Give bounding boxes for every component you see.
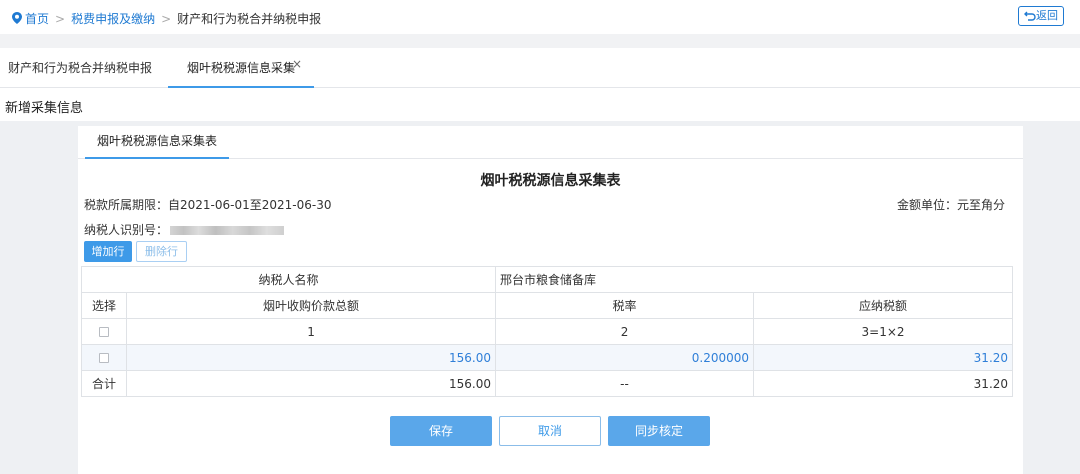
col-header-select: 选择 xyxy=(81,292,127,319)
breadcrumb-home-link[interactable]: 首页 xyxy=(25,12,49,26)
close-icon[interactable]: × xyxy=(292,44,302,84)
return-arrow-icon xyxy=(1024,11,1036,21)
tax-payable-value: 31.20 xyxy=(753,344,1014,371)
breadcrumb-current: 财产和行为税合并纳税申报 xyxy=(177,12,322,26)
tab-label: 烟叶税税源信息采集 xyxy=(186,61,295,75)
tab-tobacco-leaf-source[interactable]: 烟叶税税源信息采集 × xyxy=(168,48,314,88)
breadcrumb-trail: 首页 > 税费申报及缴纳 > 财产和行为税合并纳税申报 xyxy=(12,10,321,27)
breadcrumb-separator: > xyxy=(55,12,66,26)
table-row: 156.00 0.200000 31.20 xyxy=(81,344,1014,371)
total-purchase-amount: 156.00 xyxy=(125,370,497,397)
table-header-row: 选择 烟叶收购价款总额 税率 应纳税额 xyxy=(81,292,1014,319)
col-header-tax-payable: 应纳税额 xyxy=(753,292,1014,319)
add-row-button[interactable]: 增加行 xyxy=(84,241,132,262)
breadcrumb-separator: > xyxy=(161,12,172,26)
header-divider xyxy=(0,34,1080,48)
index-cell: 3=1×2 xyxy=(753,318,1014,345)
purchase-amount-input[interactable]: 156.00 xyxy=(125,344,497,371)
taxpayer-id-label: 纳税人识别号： xyxy=(84,223,169,237)
location-pin-icon xyxy=(12,12,22,24)
select-all-cell xyxy=(81,318,127,345)
back-button-label: 返回 xyxy=(1036,9,1058,22)
total-tax-payable: 31.20 xyxy=(753,370,1014,397)
page-tabs: 财产和行为税合并纳税申报 烟叶税税源信息采集 × xyxy=(0,48,1080,88)
total-tax-rate: -- xyxy=(495,370,755,397)
breadcrumb-tax-filing-link[interactable]: 税费申报及缴纳 xyxy=(71,12,155,26)
row-checkbox[interactable] xyxy=(99,353,109,363)
table-total-row: 合计 156.00 -- 31.20 xyxy=(81,370,1014,397)
row-select-cell xyxy=(81,344,127,371)
breadcrumb: 首页 > 税费申报及缴纳 > 财产和行为税合并纳税申报 返回 xyxy=(0,0,1080,34)
taxpayer-name-value: 邢台市粮食储备库 xyxy=(495,266,1014,293)
save-button[interactable]: 保存 xyxy=(390,416,492,446)
tab-collection-form[interactable]: 烟叶税税源信息采集表 xyxy=(85,126,229,159)
delete-row-button[interactable]: 删除行 xyxy=(136,241,187,262)
tax-rate-value[interactable]: 0.200000 xyxy=(495,344,755,371)
back-button[interactable]: 返回 xyxy=(1018,6,1064,26)
taxpayer-name-label: 纳税人名称 xyxy=(80,266,497,293)
index-cell: 2 xyxy=(495,318,755,345)
col-header-purchase-amount: 烟叶收购价款总额 xyxy=(125,292,497,319)
section-title: 新增采集信息 xyxy=(5,101,84,116)
col-header-tax-rate: 税率 xyxy=(495,292,755,319)
taxpayer-name-row: 纳税人名称 邢台市粮食储备库 xyxy=(80,266,1014,293)
amount-unit: 金额单位：元至角分 xyxy=(896,198,1005,212)
select-all-checkbox[interactable] xyxy=(99,327,109,337)
redacted-taxpayer-id xyxy=(170,226,285,235)
card-tab-bar: 烟叶税税源信息采集表 xyxy=(78,126,1023,159)
total-label: 合计 xyxy=(81,370,127,397)
form-title: 烟叶税税源信息采集表 xyxy=(480,173,621,189)
index-cell: 1 xyxy=(125,318,497,345)
table-index-row: 1 2 3=1×2 xyxy=(81,318,1014,345)
cancel-button[interactable]: 取消 xyxy=(499,416,601,446)
tobacco-source-table: 纳税人名称 邢台市粮食储备库 选择 烟叶收购价款总额 税率 应纳税额 1 2 3… xyxy=(80,266,1014,397)
taxpayer-id: 纳税人识别号： xyxy=(84,221,285,238)
form-card: 烟叶税税源信息采集表 烟叶税税源信息采集表 税款所属期限：自2021-06-01… xyxy=(78,126,1023,474)
tax-period: 税款所属期限：自2021-06-01至2021-06-30 xyxy=(84,198,332,212)
tab-property-behavior-tax[interactable]: 财产和行为税合并纳税申报 xyxy=(0,48,160,88)
tab-label: 财产和行为税合并纳税申报 xyxy=(7,61,152,75)
sync-verify-button[interactable]: 同步核定 xyxy=(608,416,710,446)
